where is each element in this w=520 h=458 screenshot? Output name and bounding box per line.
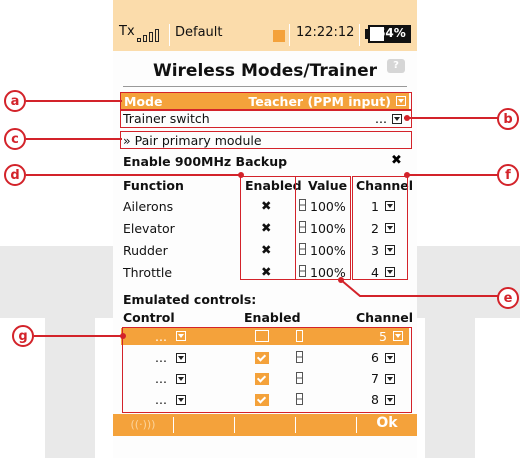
callout-g: g — [12, 325, 34, 347]
highlight-emulated-rows — [122, 327, 412, 413]
callout-line — [34, 335, 124, 337]
callout-e: e — [497, 287, 519, 309]
